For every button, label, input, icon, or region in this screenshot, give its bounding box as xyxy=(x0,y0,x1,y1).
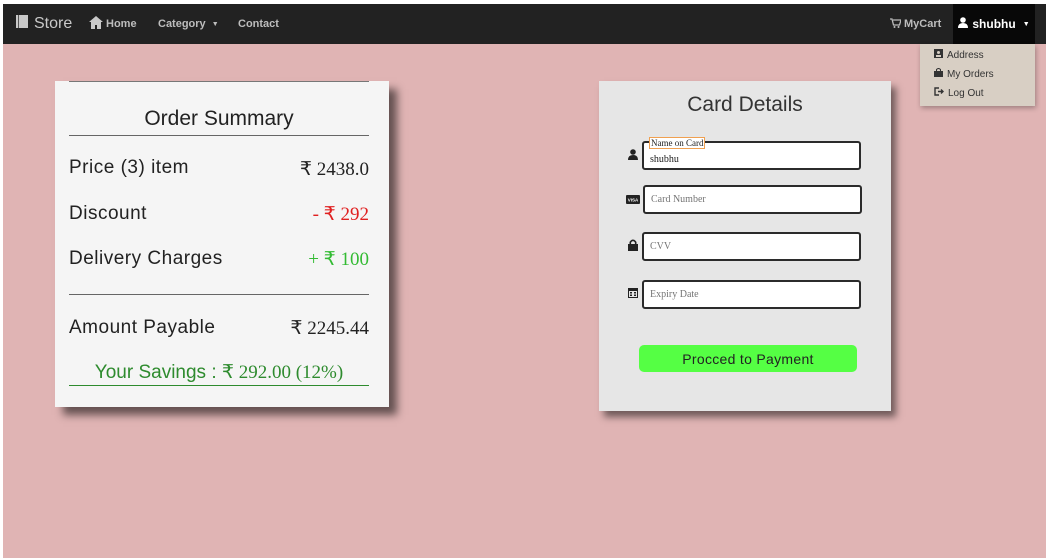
chevron-down-icon: ▼ xyxy=(211,20,219,28)
savings-label: Your Savings : xyxy=(94,362,217,383)
shopping-bag-icon xyxy=(934,68,943,80)
divider xyxy=(69,294,369,295)
address-book-icon xyxy=(934,49,943,61)
price-label: Price (3) item xyxy=(69,157,189,178)
menu-item-label: My Orders xyxy=(947,68,994,80)
expiry-date-field[interactable] xyxy=(642,280,861,309)
brand-link[interactable]: Store xyxy=(15,13,72,35)
calendar-icon xyxy=(626,285,640,299)
page-background: Store Home Category ▼ Contact MyCart shu xyxy=(3,4,1046,558)
navbar: Store Home Category ▼ Contact MyCart shu xyxy=(3,4,1046,44)
menu-item-label: Log Out xyxy=(948,87,984,99)
chevron-down-icon: ▼ xyxy=(1022,20,1030,28)
name-on-card-label: Name on Card xyxy=(649,137,706,149)
discount-value: - ₹ 292 xyxy=(312,204,369,225)
cvv-field[interactable] xyxy=(642,232,861,261)
lock-icon xyxy=(626,238,640,252)
proceed-to-payment-button[interactable]: Procced to Payment xyxy=(639,345,857,372)
menu-item-label: Address xyxy=(947,49,984,61)
nav-contact-label: Contact xyxy=(238,18,279,30)
user-menu-toggle[interactable]: shubhu ▼ xyxy=(953,4,1035,44)
user-dropdown-menu: Address My Orders Log Out xyxy=(920,44,1035,106)
menu-item-my-orders[interactable]: My Orders xyxy=(934,67,994,81)
amount-payable-value: ₹ 2245.44 xyxy=(290,318,369,339)
user-icon xyxy=(958,17,969,31)
nav-cart-label: MyCart xyxy=(904,18,942,30)
divider xyxy=(69,81,369,82)
user-icon xyxy=(626,147,640,161)
nav-category-label: Category xyxy=(158,18,206,30)
divider xyxy=(69,135,369,136)
visa-card-icon: VISA xyxy=(626,192,640,206)
amount-payable-label: Amount Payable xyxy=(69,317,216,338)
nav-contact[interactable]: Contact xyxy=(238,16,279,32)
delivery-label: Delivery Charges xyxy=(69,248,223,269)
card-details-title: Card Details xyxy=(687,93,803,116)
card-number-field[interactable] xyxy=(643,185,862,214)
savings-value: ₹ 292.00 (12%) xyxy=(221,362,344,383)
delivery-value: + ₹ 100 xyxy=(308,249,369,270)
savings-line: Your Savings : ₹ 292.00 (12%) xyxy=(69,361,369,386)
menu-item-address[interactable]: Address xyxy=(934,48,984,62)
nav-cart[interactable]: MyCart xyxy=(890,16,941,32)
order-summary-title: Order Summary xyxy=(144,107,294,130)
cart-icon xyxy=(890,17,902,31)
svg-text:VISA: VISA xyxy=(628,197,639,202)
card-details-panel: Card Details VISA Procced to Payment xyxy=(599,81,891,411)
home-icon xyxy=(89,16,103,32)
price-value: ₹ 2438.0 xyxy=(299,159,369,180)
book-icon xyxy=(15,14,29,34)
brand-label: Store xyxy=(34,15,73,32)
menu-item-log-out[interactable]: Log Out xyxy=(934,86,984,100)
discount-label: Discount xyxy=(69,203,147,224)
user-name: shubhu xyxy=(972,17,1016,31)
order-summary-card: Order Summary Price (3) item ₹ 2438.0 Di… xyxy=(55,81,389,407)
nav-home[interactable]: Home xyxy=(89,16,137,32)
nav-home-label: Home xyxy=(106,18,137,30)
logout-icon xyxy=(934,87,944,99)
nav-category[interactable]: Category ▼ xyxy=(158,16,219,32)
